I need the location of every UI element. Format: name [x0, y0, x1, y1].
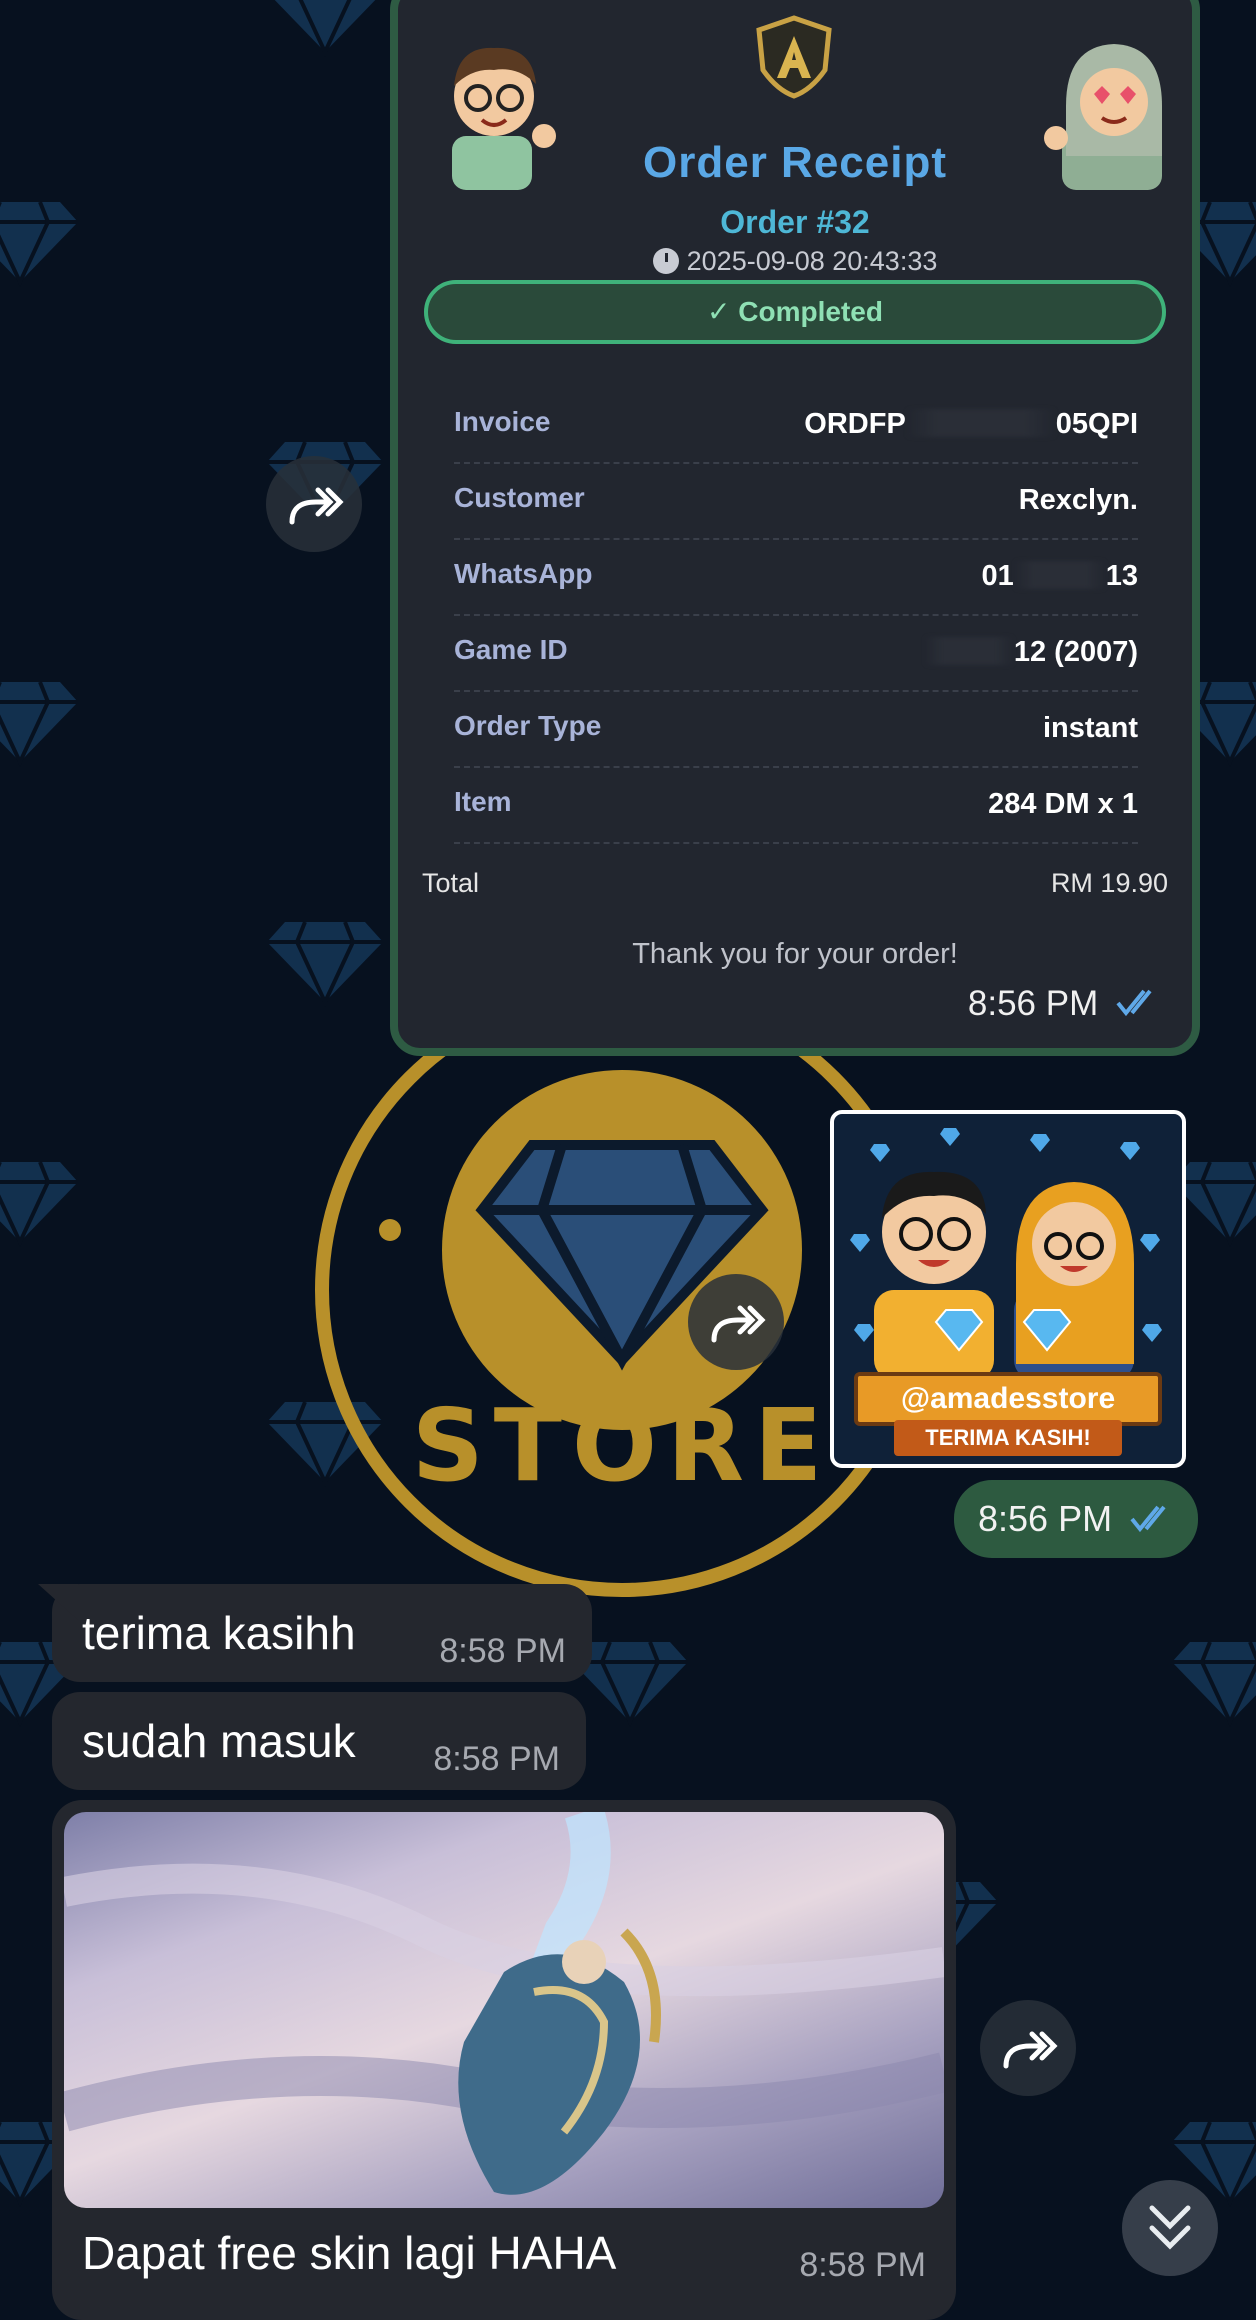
receipt-row-game-id: Game ID 12 (2007): [454, 616, 1138, 692]
message-time: 8:58 PM: [433, 1740, 560, 1778]
row-value: Rexclyn.: [1018, 484, 1138, 516]
value-start: ORDFP: [804, 408, 906, 440]
sticker-time-bubble: 8:56 PM: [954, 1480, 1198, 1558]
forward-button[interactable]: [688, 1274, 784, 1370]
redacted-text: [923, 637, 1014, 665]
redacted-text: [1013, 561, 1106, 589]
message-text: sudah masuk: [82, 1715, 356, 1767]
message-text: terima kasihh: [82, 1607, 356, 1659]
incoming-message[interactable]: sudah masuk 8:58 PM: [52, 1692, 586, 1790]
forward-button[interactable]: [980, 2000, 1076, 2096]
game-skin-screenshot[interactable]: [64, 1812, 944, 2208]
total-label: Total: [422, 868, 480, 898]
value-end: 05QPI: [1055, 408, 1138, 440]
clock-icon: [652, 248, 679, 274]
row-label: Invoice: [454, 406, 551, 437]
time-text: 8:56 PM: [967, 984, 1099, 1023]
brand-shield-icon: [756, 15, 832, 99]
read-ticks-icon: [1116, 989, 1152, 1017]
thank-you-note: Thank you for your order!: [632, 938, 958, 970]
value-end: 13: [1105, 560, 1138, 592]
logo-text-bottom: STORE: [412, 1387, 833, 1504]
order-datetime-line: 2025-09-08 20:43:33: [398, 246, 1192, 277]
sticker-handle: @amadesstore: [854, 1372, 1162, 1426]
thank-you-sticker[interactable]: @amadesstore TERIMA KASIH!: [830, 1110, 1186, 1468]
value-end: 12 (2007): [1013, 636, 1138, 668]
order-receipt-card[interactable]: Order Receipt Order #32 2025-09-08 20:43…: [390, 0, 1200, 1056]
receipt-row-item: Item 284 DM x 1: [454, 768, 1138, 844]
redacted-text: [905, 409, 1056, 437]
order-datetime: 2025-09-08 20:43:33: [686, 246, 938, 276]
total-value: RM 19.90: [1050, 868, 1168, 898]
row-value: 12 (2007): [923, 636, 1138, 669]
receipt-row-customer: Customer Rexclyn.: [454, 464, 1138, 540]
row-label: Customer: [454, 482, 585, 513]
receipt-row-order-type: Order Type instant: [454, 692, 1138, 768]
read-ticks-icon: [1130, 1505, 1166, 1533]
receipt-title: Order Receipt: [643, 138, 947, 187]
forward-icon: [1003, 2031, 1058, 2069]
row-label: WhatsApp: [454, 558, 593, 589]
row-value: 01 13: [981, 560, 1138, 593]
incoming-message[interactable]: terima kasihh 8:58 PM: [38, 1584, 592, 1682]
time-text: 8:56 PM: [978, 1498, 1113, 1539]
forward-icon: [711, 1305, 766, 1343]
game-character-illustration: [64, 1812, 944, 2195]
forward-button[interactable]: [266, 456, 362, 552]
message-time: 8:56 PM: [968, 984, 1162, 1024]
row-value: 284 DM x 1: [988, 788, 1138, 820]
media-caption: Dapat free skin lagi HAHA: [82, 2227, 617, 2279]
row-value: instant: [1042, 712, 1138, 744]
value-start: 01: [981, 560, 1014, 592]
status-badge: ✓ Completed: [424, 280, 1166, 344]
sticker-subtitle: TERIMA KASIH!: [894, 1420, 1122, 1456]
receipt-row-invoice: Invoice ORDFP 05QPI: [454, 388, 1138, 464]
receipt-details: Invoice ORDFP 05QPI Customer Rexclyn. Wha…: [454, 388, 1138, 844]
incoming-media-message[interactable]: Dapat free skin lagi HAHA 8:58 PM: [52, 1800, 956, 2320]
row-label: Order Type: [454, 710, 602, 741]
row-value: ORDFP 05QPI: [804, 408, 1138, 441]
row-label: Game ID: [454, 634, 568, 665]
scroll-to-bottom-button[interactable]: [1122, 2180, 1218, 2276]
message-time: 8:58 PM: [799, 2246, 926, 2284]
order-number: Order #32: [720, 204, 870, 240]
row-label: Item: [454, 786, 512, 817]
double-chevron-down-icon: [1149, 2205, 1191, 2250]
message-time: 8:58 PM: [439, 1632, 566, 1670]
receipt-row-whatsapp: WhatsApp 01 13: [454, 540, 1138, 616]
forward-icon: [289, 487, 344, 525]
